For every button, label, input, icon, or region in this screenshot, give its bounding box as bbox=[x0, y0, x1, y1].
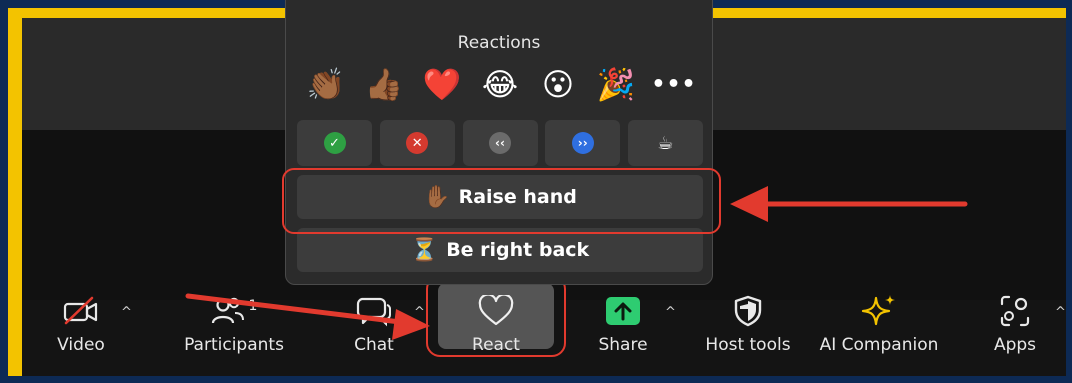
annotation-arrows bbox=[185, 186, 968, 340]
arrow-to-react bbox=[185, 293, 430, 340]
arrow-to-raise-hand bbox=[730, 186, 968, 222]
